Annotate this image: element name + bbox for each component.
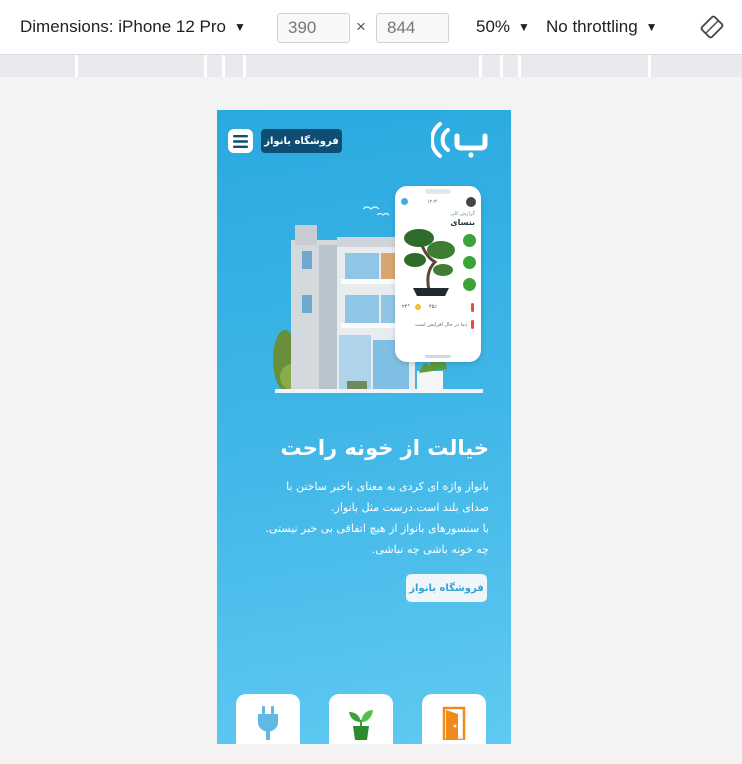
media-query-ruler[interactable]	[0, 55, 742, 77]
thermometer-icon	[471, 320, 474, 329]
throttling-dropdown[interactable]: No throttling ▼	[546, 12, 658, 42]
hamburger-icon	[233, 134, 248, 148]
rotate-icon	[700, 15, 724, 39]
chevron-down-icon: ▼	[234, 20, 246, 34]
chevron-down-icon: ▼	[518, 20, 530, 34]
description-line: با سنسورهای بانواز از هیچ اتفاقی بی خبر …	[265, 522, 489, 535]
bonsai-icon	[404, 229, 455, 296]
zoom-label: 50%	[476, 17, 511, 36]
height-input[interactable]: 844	[376, 13, 449, 43]
hero-description: بانواز واژه ای کردی به معنای باخبر ساختن…	[229, 476, 489, 560]
feature-card-plant[interactable]	[329, 694, 393, 744]
width-input[interactable]: 390	[277, 13, 350, 43]
chevron-down-icon: ▼	[645, 20, 658, 34]
zoom-dropdown[interactable]: 50% ▼	[476, 12, 530, 42]
description-line: چه خونه باشی چه نباشی.	[371, 543, 489, 556]
phone-avatar-icon	[401, 198, 408, 205]
phone-status: دما در حال افزایش است	[415, 322, 467, 328]
phone-profile-icon	[466, 197, 476, 207]
dimensions-dropdown[interactable]: Dimensions: iPhone 12 Pro ▼	[20, 12, 246, 42]
thermometer-icon	[471, 303, 474, 312]
times-icon: ×	[356, 17, 366, 36]
phone-sun-icon	[463, 278, 476, 291]
phone-water-icon	[463, 234, 476, 247]
plant-icon	[349, 710, 373, 740]
plug-icon	[258, 706, 278, 740]
shop-button[interactable]: فروشگاه بانواز	[261, 129, 342, 153]
phone-mockup: ۱۲:۳۰ گزارش کلی بنسای ۲۴° ۴۵٪ دما در حال…	[395, 186, 481, 362]
throttling-label: No throttling	[546, 17, 638, 36]
phone-light-icon	[463, 256, 476, 269]
menu-button[interactable]	[228, 129, 253, 153]
description-line: بانواز واژه ای کردی به معنای باخبر ساختن…	[286, 480, 489, 493]
phone-time: ۱۲:۳۰	[427, 199, 440, 205]
phone-humidity: ۴۵٪	[429, 304, 438, 310]
hero-headline: خیالت از خونه راحت	[280, 436, 489, 460]
logo-icon	[430, 122, 488, 158]
phone-greeting: گزارش کلی	[450, 211, 475, 217]
description-line: صدای بلند است.درست مثل بانواز.	[331, 501, 489, 514]
feature-card-door[interactable]	[422, 694, 486, 744]
device-viewport: فروشگاه بانواز ۱۲:۳۰ گزارش کلی بنسای ۲۴°…	[217, 110, 511, 744]
banavaz-logo[interactable]	[430, 118, 489, 166]
dimensions-label: Dimensions: iPhone 12 Pro	[20, 17, 227, 36]
feature-card-plug[interactable]	[236, 694, 300, 744]
devtools-toolbar: Dimensions: iPhone 12 Pro ▼ 390 × 844 50…	[0, 0, 742, 55]
phone-temp: ۲۴°	[402, 304, 410, 310]
cta-shop-button[interactable]: فروشگاه بانواز	[406, 574, 487, 602]
rotate-button[interactable]	[700, 12, 724, 42]
sun-icon	[415, 304, 421, 310]
door-icon	[442, 706, 466, 740]
